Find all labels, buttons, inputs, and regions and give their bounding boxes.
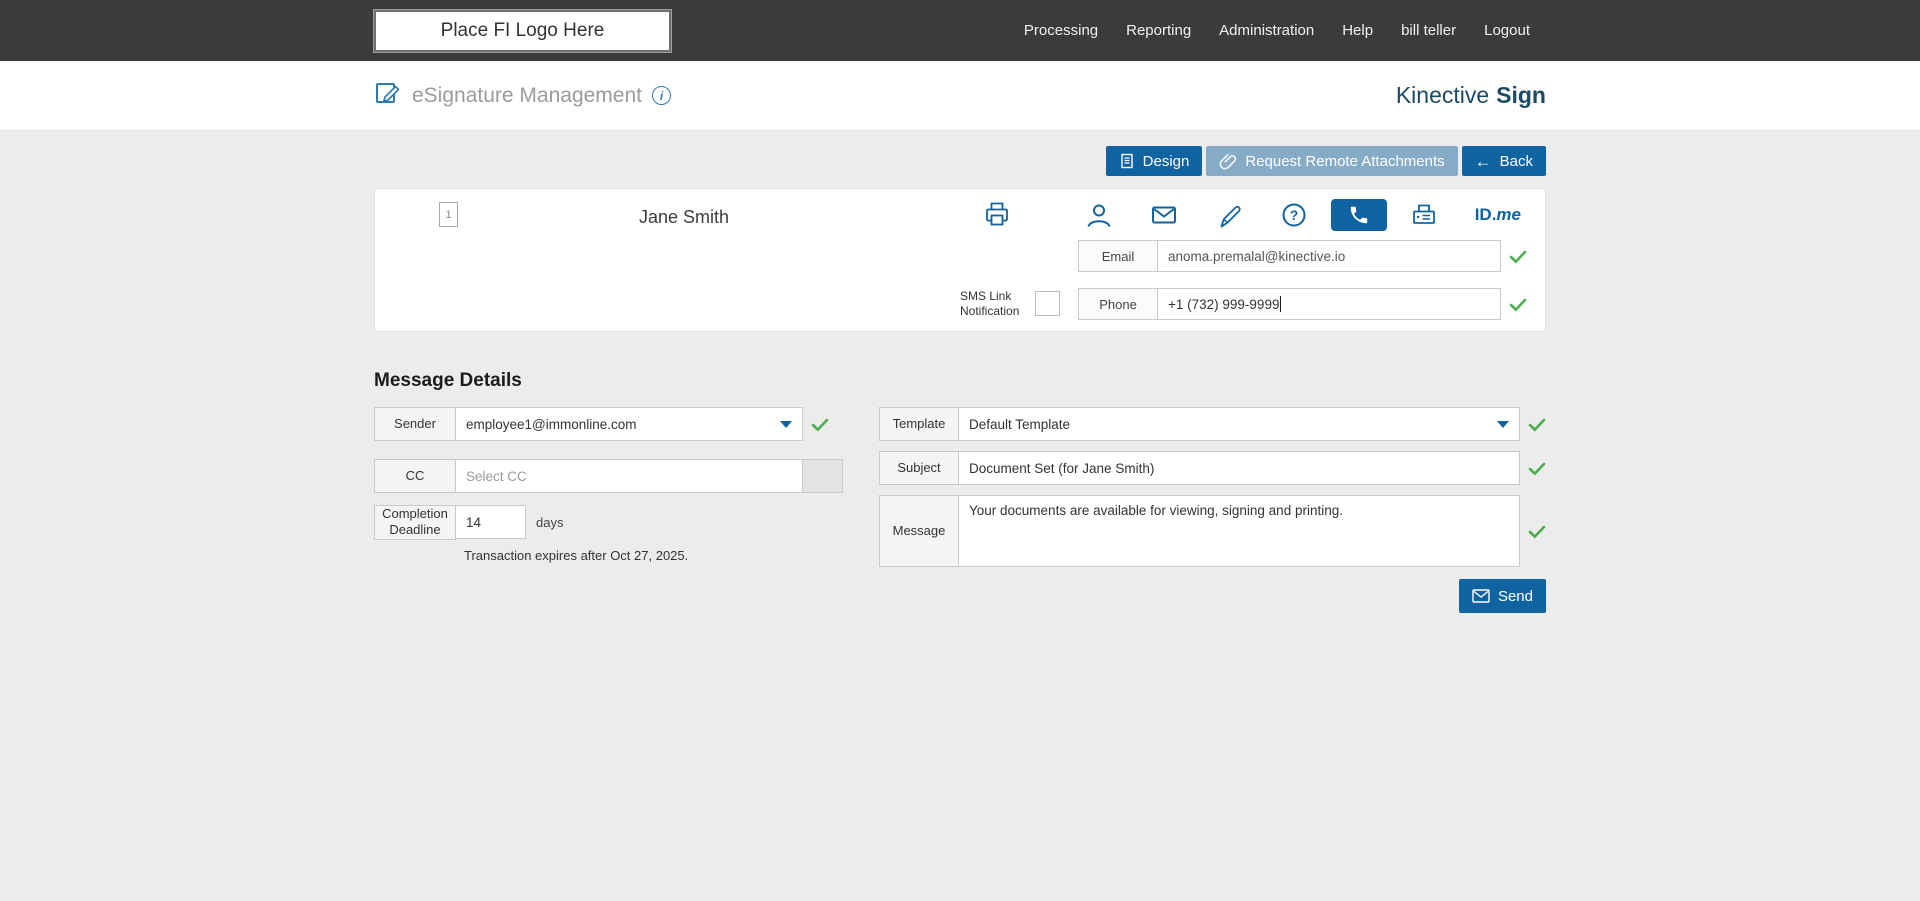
nav-logout[interactable]: Logout (1484, 22, 1530, 39)
delivery-inperson-button[interactable] (1085, 199, 1113, 231)
sender-label: Sender (374, 407, 456, 441)
completion-deadline-row: Completion Deadline days (374, 505, 847, 540)
recipient-name: Jane Smith (639, 207, 729, 228)
cc-label: CC (374, 459, 456, 493)
sender-row: Sender employee1@immonline.com (374, 407, 847, 441)
days-unit-label: days (536, 515, 563, 530)
fax-icon (1410, 201, 1438, 229)
cc-input[interactable] (456, 459, 803, 493)
sender-valid-check-icon (811, 417, 829, 432)
nav-administration[interactable]: Administration (1219, 22, 1314, 39)
template-row: Template Default Template (879, 407, 1546, 441)
printer-icon (983, 200, 1011, 228)
svg-text:?: ? (1289, 207, 1298, 223)
template-valid-check-icon (1528, 417, 1546, 432)
completion-deadline-input[interactable] (456, 505, 526, 539)
text-cursor (1280, 296, 1281, 312)
nav-help[interactable]: Help (1342, 22, 1373, 39)
brand-regular: Kinective (1396, 82, 1489, 108)
email-valid-check-icon (1509, 249, 1527, 264)
email-label: Email (1078, 240, 1158, 272)
subject-valid-check-icon (1528, 461, 1546, 476)
paperclip-icon (1219, 152, 1237, 170)
message-textarea[interactable]: Your documents are available for viewing… (959, 495, 1520, 567)
send-button[interactable]: Send (1459, 579, 1546, 613)
phone-input[interactable]: +1 (732) 999-9999 (1158, 288, 1501, 320)
brand-bold: Sign (1496, 82, 1546, 108)
message-details-heading: Message Details (374, 370, 1546, 392)
question-circle-icon: ? (1280, 201, 1308, 229)
document-icon (1119, 153, 1135, 169)
completion-deadline-label: Completion Deadline (374, 505, 456, 540)
delivery-fax-button[interactable] (1410, 199, 1438, 231)
info-icon[interactable]: i (652, 86, 671, 105)
delivery-signature-button[interactable] (1215, 199, 1243, 231)
delivery-methods: ? ID.me (1085, 199, 1521, 231)
chevron-down-icon (1497, 421, 1509, 428)
email-row: Email (1078, 240, 1527, 272)
cc-add-disabled-box (803, 459, 843, 493)
send-envelope-icon (1472, 589, 1490, 603)
delivery-email-button[interactable] (1150, 199, 1178, 231)
chevron-down-icon (780, 421, 792, 428)
message-valid-check-icon (1528, 524, 1546, 539)
actions-row: Design Request Remote Attachments ← Back (374, 146, 1546, 176)
subject-label: Subject (879, 451, 959, 485)
top-nav: Processing Reporting Administration Help… (1024, 22, 1546, 39)
template-label: Template (879, 407, 959, 441)
main-content: Design Request Remote Attachments ← Back… (0, 131, 1920, 613)
app-header: eSignature Management i Kinective Sign (0, 61, 1920, 131)
request-remote-attachments-button[interactable]: Request Remote Attachments (1206, 146, 1457, 176)
delivery-sms-button[interactable] (1331, 199, 1387, 231)
brand-logo: Kinective Sign (1396, 82, 1546, 109)
nav-reporting[interactable]: Reporting (1126, 22, 1191, 39)
subject-row: Subject (879, 451, 1546, 485)
fi-logo-placeholder: Place FI Logo Here (374, 10, 671, 52)
email-input[interactable] (1158, 240, 1501, 272)
phone-row: Phone +1 (732) 999-9999 (1078, 288, 1527, 320)
back-button[interactable]: ← Back (1462, 146, 1546, 176)
phone-icon (1348, 204, 1370, 226)
envelope-icon (1150, 201, 1178, 229)
sender-select[interactable]: employee1@immonline.com (456, 407, 803, 441)
sms-link-notification-checkbox[interactable] (1035, 291, 1060, 316)
phone-label: Phone (1078, 288, 1158, 320)
template-select[interactable]: Default Template (959, 407, 1520, 441)
page-number-icon: 1 (439, 202, 458, 227)
message-row: Message Your documents are available for… (879, 495, 1546, 567)
recipient-card: 1 Jane Smith (374, 188, 1546, 332)
phone-valid-check-icon (1509, 297, 1527, 312)
topbar: Place FI Logo Here Processing Reporting … (0, 0, 1920, 61)
idme-logo: ID.me (1475, 205, 1521, 225)
signature-pen-icon (1215, 201, 1243, 229)
nav-user[interactable]: bill teller (1401, 22, 1456, 39)
subject-input[interactable] (959, 451, 1520, 485)
message-label: Message (879, 495, 959, 567)
delivery-idme-button[interactable]: ID.me (1475, 199, 1521, 231)
message-details-form: Sender employee1@immonline.com CC (374, 407, 1546, 613)
back-arrow-icon: ← (1475, 153, 1492, 170)
sms-link-notification-label: SMS Link Notification (960, 289, 1019, 319)
design-button[interactable]: Design (1106, 146, 1203, 176)
print-button[interactable] (983, 200, 1011, 231)
cc-row: CC (374, 459, 847, 493)
page-title: eSignature Management (412, 84, 642, 108)
expiration-note: Transaction expires after Oct 27, 2025. (464, 548, 847, 563)
person-icon (1085, 201, 1113, 229)
send-row: Send (879, 579, 1546, 613)
delivery-kba-button[interactable]: ? (1280, 199, 1308, 231)
nav-processing[interactable]: Processing (1024, 22, 1098, 39)
esignature-doc-icon (374, 79, 402, 112)
